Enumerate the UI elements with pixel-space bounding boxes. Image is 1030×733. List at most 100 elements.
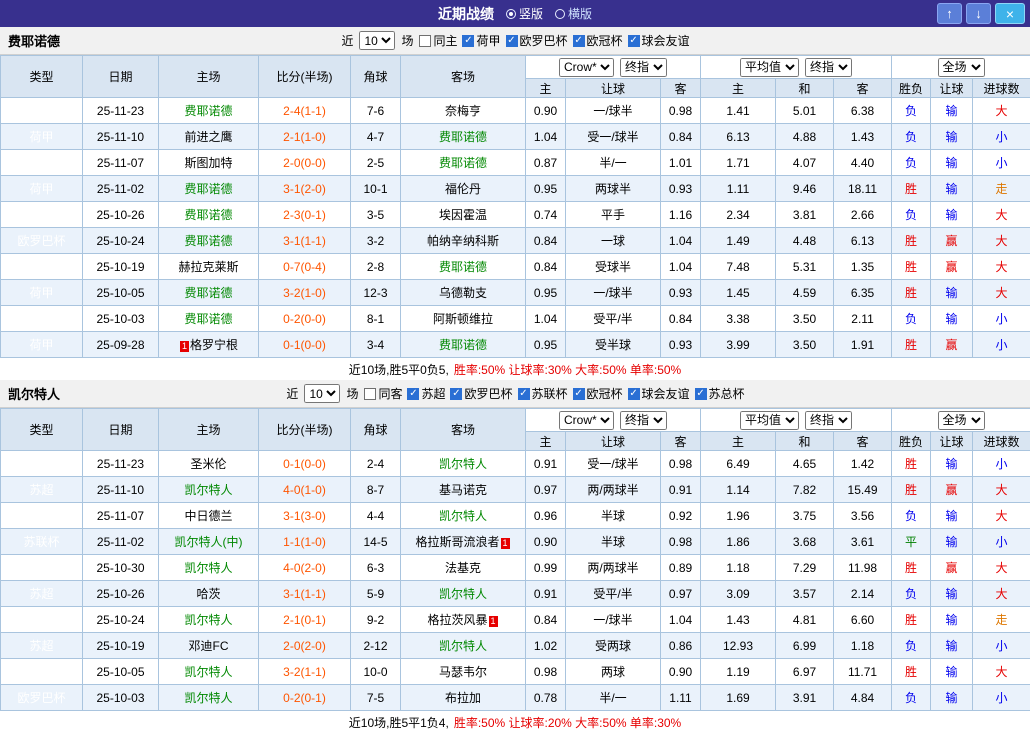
odds-company-select[interactable]: Crow* — [559, 411, 614, 430]
close-button[interactable]: × — [995, 3, 1025, 24]
score-cell[interactable]: 0-7(0-4) — [259, 254, 351, 280]
score-cell[interactable]: 2-3(0-1) — [259, 202, 351, 228]
away-team-cell[interactable]: 凯尔特人 — [401, 503, 526, 529]
away-team-cell[interactable]: 凯尔特人 — [401, 633, 526, 659]
filter-checkbox[interactable]: ✓欧罗巴杯 — [450, 385, 512, 402]
scroll-up-button[interactable]: ↑ — [937, 3, 962, 24]
checkbox-checked-icon: ✓ — [628, 388, 640, 400]
score-cell[interactable]: 4-0(1-0) — [259, 477, 351, 503]
away-team-cell[interactable]: 凯尔特人 — [401, 451, 526, 477]
odds-time-select[interactable]: 终指 — [620, 58, 667, 77]
filter-checkbox[interactable]: ✓苏联杯 — [518, 385, 568, 402]
scope-select[interactable]: 全场 — [938, 58, 985, 77]
score-cell[interactable]: 0-1(0-0) — [259, 332, 351, 358]
away-team-cell[interactable]: 费耶诺德 — [401, 150, 526, 176]
score-cell[interactable]: 0-1(0-0) — [259, 451, 351, 477]
europe-draw-odds: 3.68 — [776, 529, 834, 555]
score-cell[interactable]: 4-0(2-0) — [259, 555, 351, 581]
home-team-cell[interactable]: 费耶诺德 — [159, 280, 259, 306]
home-team-cell[interactable]: 1格罗宁根 — [159, 332, 259, 358]
filter-checkbox[interactable]: ✓荷甲 — [462, 32, 500, 49]
score-cell[interactable]: 1-1(1-0) — [259, 529, 351, 555]
home-team-cell[interactable]: 凯尔特人 — [159, 607, 259, 633]
odds-time-select[interactable]: 终指 — [620, 411, 667, 430]
filter-checkbox[interactable]: 同客 — [364, 385, 402, 402]
away-team-cell[interactable]: 费耶诺德 — [401, 124, 526, 150]
score-cell[interactable]: 0-2(0-1) — [259, 685, 351, 711]
away-team-cell[interactable]: 法基克 — [401, 555, 526, 581]
home-team-cell[interactable]: 赫拉克莱斯 — [159, 254, 259, 280]
match-count-select[interactable]: 10 — [359, 31, 395, 50]
corner-score: 12-3 — [351, 280, 401, 306]
score-cell[interactable]: 2-4(1-1) — [259, 98, 351, 124]
filter-checkbox[interactable]: ✓球会友谊 — [628, 32, 690, 49]
score-cell[interactable]: 3-1(2-0) — [259, 176, 351, 202]
home-team-cell[interactable]: 凯尔特人 — [159, 477, 259, 503]
filter-checkbox[interactable]: 同主 — [419, 32, 457, 49]
away-team-name: 格拉斯哥流浪者 — [415, 535, 499, 549]
score-cell[interactable]: 3-1(1-1) — [259, 228, 351, 254]
score-cell[interactable]: 3-2(1-1) — [259, 659, 351, 685]
score-cell[interactable]: 0-2(0-0) — [259, 306, 351, 332]
europe-away-odds: 11.98 — [834, 555, 892, 581]
corner-score: 8-7 — [351, 477, 401, 503]
home-team-cell[interactable]: 凯尔特人(中) — [159, 529, 259, 555]
score-cell[interactable]: 2-1(1-0) — [259, 124, 351, 150]
away-team-cell[interactable]: 格拉茨风暴1 — [401, 607, 526, 633]
away-team-cell[interactable]: 埃因霍温 — [401, 202, 526, 228]
home-team-cell[interactable]: 费耶诺德 — [159, 202, 259, 228]
league-type-badge: 苏超 — [1, 633, 83, 659]
away-team-cell[interactable]: 凯尔特人 — [401, 581, 526, 607]
scope-select[interactable]: 全场 — [938, 411, 985, 430]
away-team-cell[interactable]: 奈梅亨 — [401, 98, 526, 124]
europe-away-odds: 3.61 — [834, 529, 892, 555]
away-team-cell[interactable]: 费耶诺德 — [401, 254, 526, 280]
layout-radio-horizontal[interactable]: 横版 — [555, 5, 592, 22]
europe-time-select[interactable]: 终指 — [805, 58, 852, 77]
home-team-cell[interactable]: 费耶诺德 — [159, 228, 259, 254]
filter-checkbox[interactable]: ✓球会友谊 — [628, 385, 690, 402]
filter-checkbox[interactable]: ✓苏超 — [407, 385, 445, 402]
score-cell[interactable]: 2-0(2-0) — [259, 633, 351, 659]
away-team-cell[interactable]: 帕纳辛纳科斯 — [401, 228, 526, 254]
away-team-cell[interactable]: 格拉斯哥流浪者1 — [401, 529, 526, 555]
score-cell[interactable]: 3-1(1-1) — [259, 581, 351, 607]
away-team-cell[interactable]: 阿斯顿维拉 — [401, 306, 526, 332]
away-team-cell[interactable]: 马瑟韦尔 — [401, 659, 526, 685]
score-cell[interactable]: 3-2(1-0) — [259, 280, 351, 306]
home-team-name: 斯图加特 — [184, 156, 232, 170]
away-team-cell[interactable]: 费耶诺德 — [401, 332, 526, 358]
home-team-cell[interactable]: 中日德兰 — [159, 503, 259, 529]
filter-checkbox[interactable]: ✓苏总杯 — [695, 385, 745, 402]
away-team-cell[interactable]: 基马诺克 — [401, 477, 526, 503]
europe-average-select[interactable]: 平均值 — [740, 58, 799, 77]
match-row: 荷甲25-09-281格罗宁根0-1(0-0)3-4费耶诺德0.95受半球0.9… — [1, 332, 1030, 358]
away-team-cell[interactable]: 福伦丹 — [401, 176, 526, 202]
home-team-cell[interactable]: 邓迪FC — [159, 633, 259, 659]
home-team-cell[interactable]: 圣米伦 — [159, 451, 259, 477]
filter-checkbox[interactable]: ✓欧罗巴杯 — [506, 32, 568, 49]
europe-average-select[interactable]: 平均值 — [740, 411, 799, 430]
odds-company-select[interactable]: Crow* — [559, 58, 614, 77]
home-team-cell[interactable]: 凯尔特人 — [159, 555, 259, 581]
corner-score: 2-8 — [351, 254, 401, 280]
europe-time-select[interactable]: 终指 — [805, 411, 852, 430]
home-team-cell[interactable]: 凯尔特人 — [159, 685, 259, 711]
scroll-down-button[interactable]: ↓ — [966, 3, 991, 24]
home-team-cell[interactable]: 费耶诺德 — [159, 306, 259, 332]
match-count-select[interactable]: 10 — [304, 384, 340, 403]
home-team-cell[interactable]: 哈茨 — [159, 581, 259, 607]
filter-checkbox[interactable]: ✓欧冠杯 — [573, 385, 623, 402]
score-cell[interactable]: 3-1(3-0) — [259, 503, 351, 529]
home-team-cell[interactable]: 前进之鹰 — [159, 124, 259, 150]
score-cell[interactable]: 2-1(0-1) — [259, 607, 351, 633]
home-team-cell[interactable]: 斯图加特 — [159, 150, 259, 176]
away-team-cell[interactable]: 乌德勒支 — [401, 280, 526, 306]
home-team-cell[interactable]: 费耶诺德 — [159, 98, 259, 124]
score-cell[interactable]: 2-0(0-0) — [259, 150, 351, 176]
layout-radio-vertical[interactable]: 竖版 — [506, 5, 543, 22]
away-team-cell[interactable]: 布拉加 — [401, 685, 526, 711]
home-team-cell[interactable]: 费耶诺德 — [159, 176, 259, 202]
home-team-cell[interactable]: 凯尔特人 — [159, 659, 259, 685]
filter-checkbox[interactable]: ✓欧冠杯 — [573, 32, 623, 49]
